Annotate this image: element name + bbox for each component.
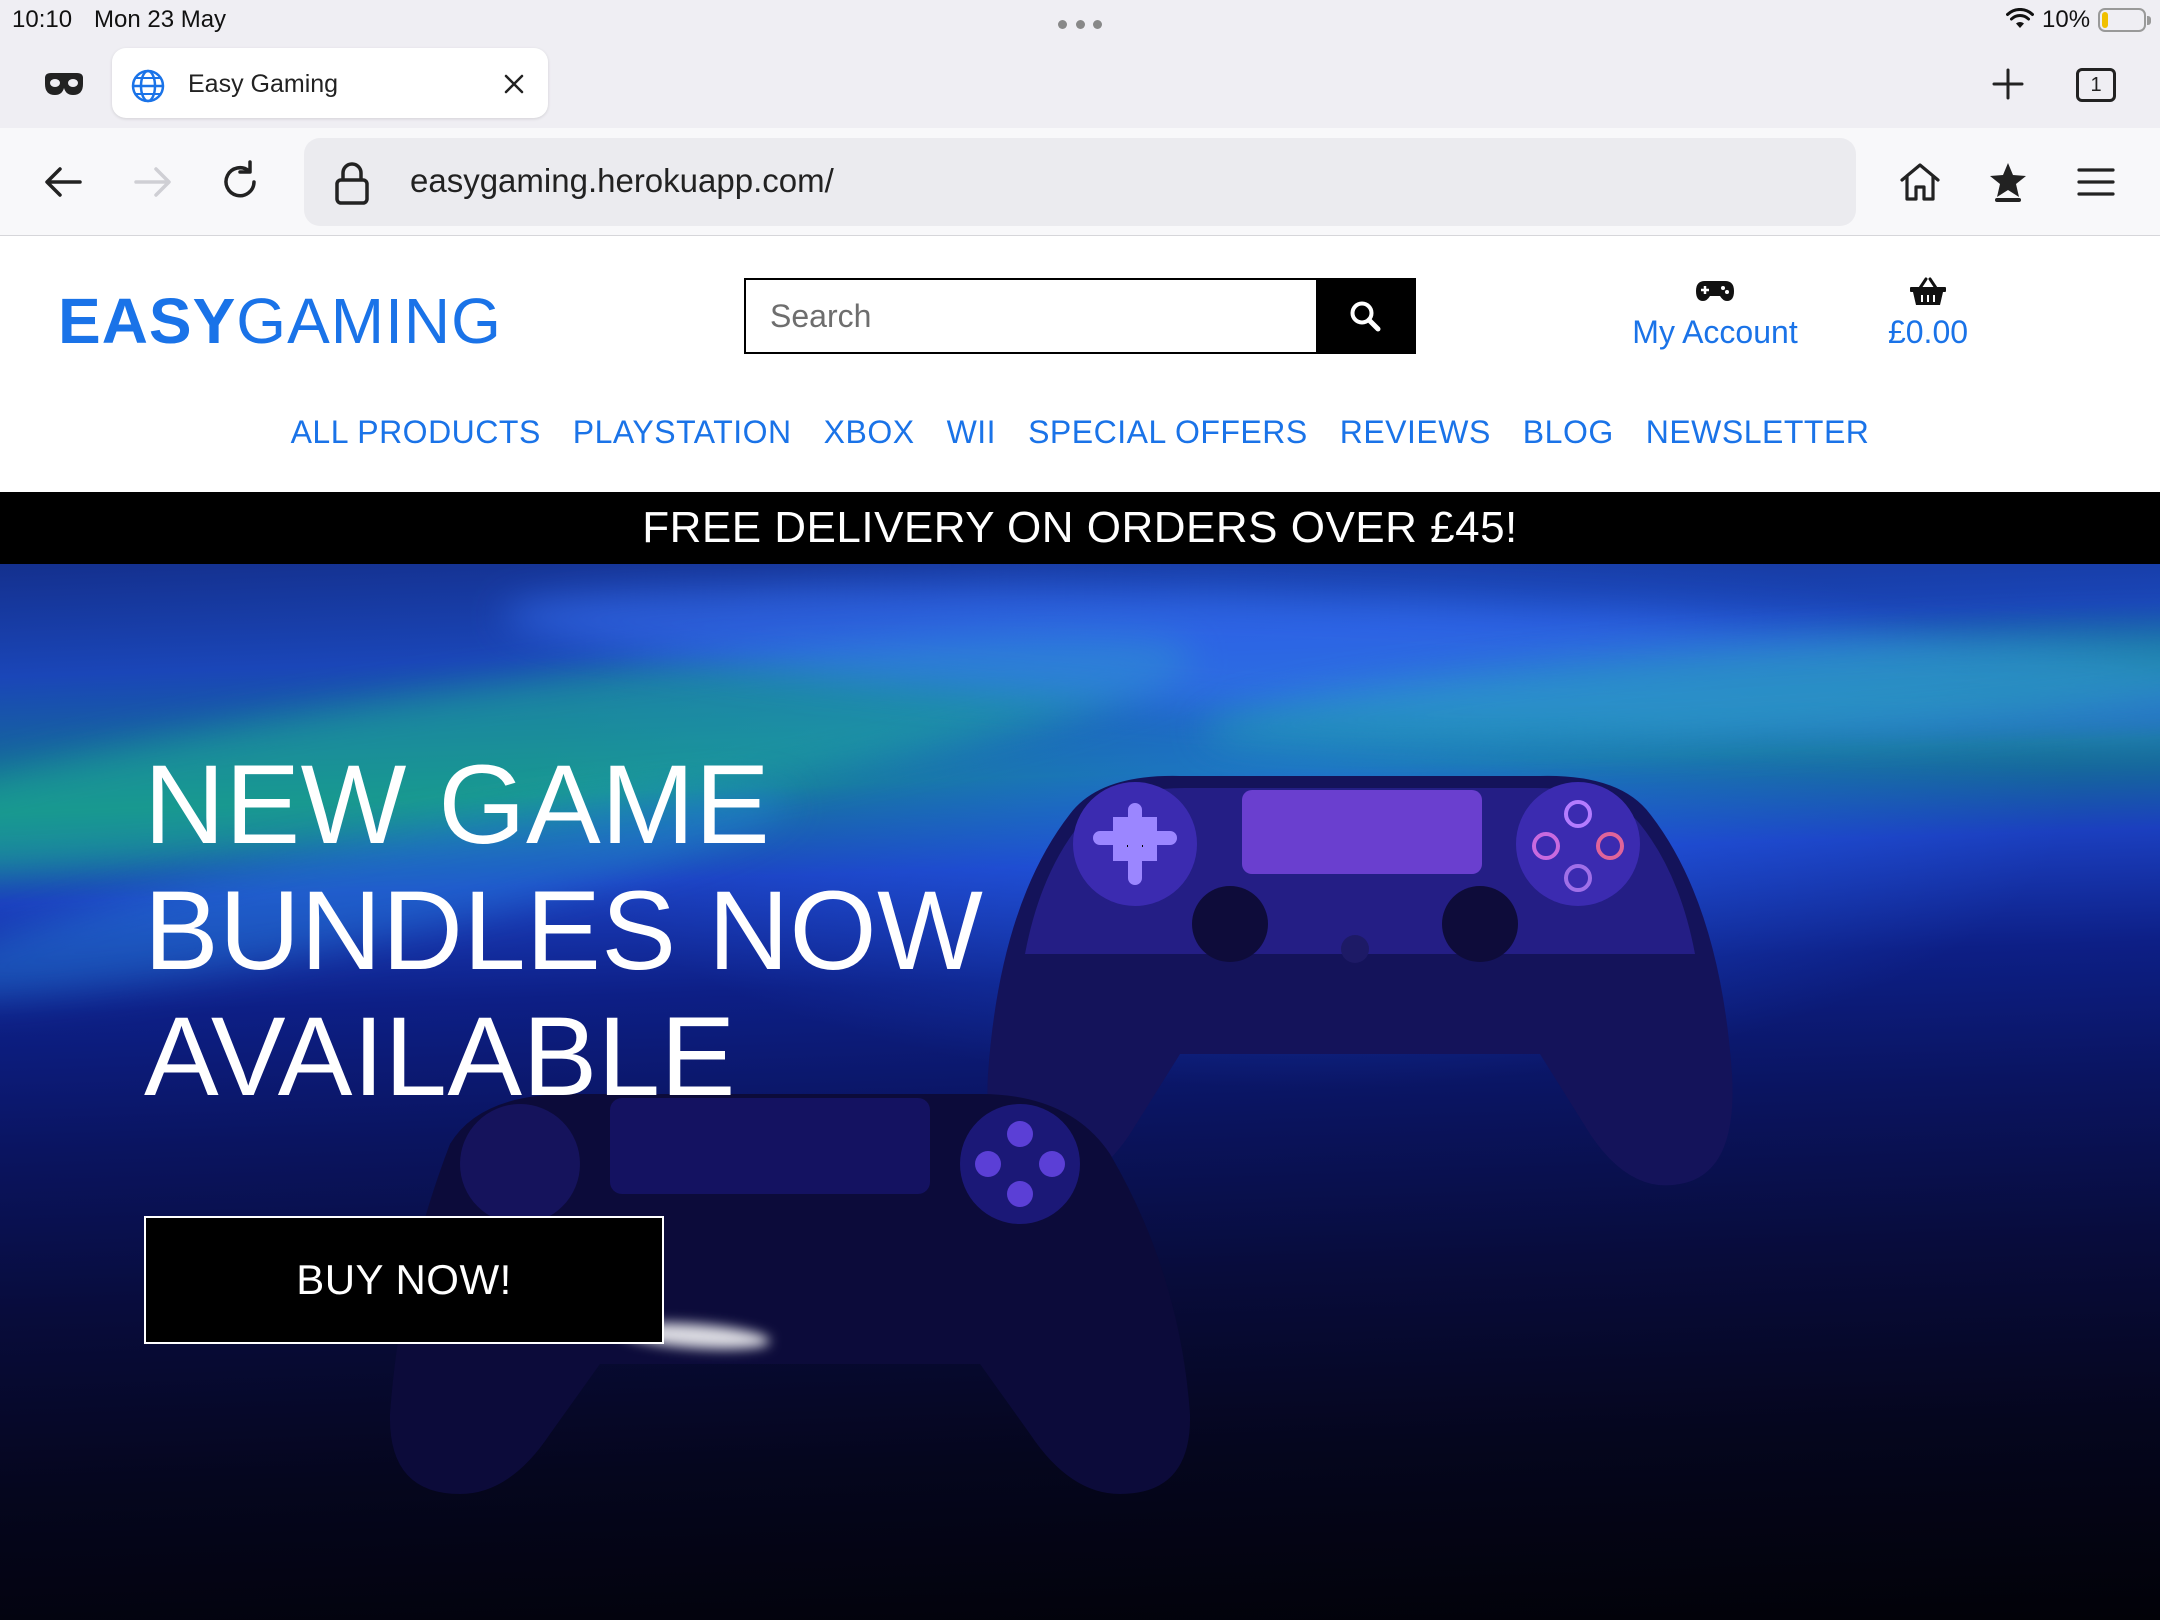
reload-icon[interactable] bbox=[216, 158, 264, 206]
nav-all-products[interactable]: ALL PRODUCTS bbox=[275, 414, 557, 451]
hero-title: NEW GAME BUNDLES NOW AVAILABLE bbox=[144, 742, 1004, 1120]
battery-icon bbox=[2098, 8, 2151, 32]
nav-wii[interactable]: WII bbox=[931, 414, 1012, 451]
bookmark-star-icon[interactable] bbox=[1984, 158, 2032, 206]
site-header: EASYGAMING My Account £0.00 ALL PRODUCTS bbox=[0, 236, 2160, 492]
address-bar[interactable]: easygaming.herokuapp.com/ bbox=[304, 138, 1856, 226]
multitasking-dots[interactable] bbox=[1058, 20, 1102, 30]
search-icon bbox=[1350, 301, 1381, 332]
private-mode-mask-icon[interactable] bbox=[42, 70, 86, 98]
nav-reviews[interactable]: REVIEWS bbox=[1324, 414, 1507, 451]
main-nav: ALL PRODUCTS PLAYSTATION XBOX WII SPECIA… bbox=[0, 414, 2160, 451]
battery-percent: 10% bbox=[2042, 6, 2091, 33]
back-arrow-icon[interactable] bbox=[40, 158, 88, 206]
hero-title-line-2: BUNDLES NOW bbox=[144, 868, 984, 993]
hero-section: NEW GAME BUNDLES NOW AVAILABLE BUY NOW! bbox=[0, 564, 2160, 1620]
basket-total: £0.00 bbox=[1887, 314, 1969, 350]
my-account-link[interactable]: My Account bbox=[1620, 276, 1810, 351]
status-time: 10:10 bbox=[12, 6, 73, 33]
wifi-icon bbox=[2006, 8, 2034, 28]
site-logo[interactable]: EASYGAMING bbox=[58, 284, 502, 358]
lock-icon[interactable] bbox=[332, 160, 372, 206]
menu-icon[interactable] bbox=[2072, 158, 2120, 206]
logo-easy: EASY bbox=[58, 285, 237, 357]
logo-gaming: GAMING bbox=[236, 285, 502, 357]
basket-link[interactable]: £0.00 bbox=[1870, 276, 1986, 351]
nav-xbox[interactable]: XBOX bbox=[808, 414, 931, 451]
search-form bbox=[744, 278, 1416, 354]
tab-count-button[interactable]: 1 bbox=[2076, 68, 2116, 102]
nav-special-offers[interactable]: SPECIAL OFFERS bbox=[1012, 414, 1324, 451]
tab-title: Easy Gaming bbox=[188, 70, 339, 98]
buy-now-button[interactable]: BUY NOW! bbox=[144, 1216, 664, 1344]
browser-tab[interactable]: Easy Gaming bbox=[112, 48, 548, 118]
search-input[interactable] bbox=[746, 280, 1316, 352]
search-button[interactable] bbox=[1316, 280, 1414, 352]
hero-title-line-3: AVAILABLE bbox=[144, 994, 736, 1119]
close-tab-icon[interactable] bbox=[500, 70, 528, 98]
my-account-label: My Account bbox=[1632, 314, 1798, 350]
url-text[interactable]: easygaming.herokuapp.com/ bbox=[410, 162, 834, 200]
nav-playstation[interactable]: PLAYSTATION bbox=[557, 414, 808, 451]
nav-blog[interactable]: BLOG bbox=[1507, 414, 1630, 451]
new-tab-plus-icon[interactable] bbox=[1990, 66, 2026, 102]
status-date: Mon 23 May bbox=[94, 6, 227, 33]
tab-strip: Easy Gaming 1 bbox=[0, 42, 2160, 128]
home-icon[interactable] bbox=[1896, 158, 1944, 206]
gamepad-icon bbox=[1696, 281, 1734, 301]
hero-title-line-1: NEW GAME bbox=[144, 742, 771, 867]
shopping-basket-icon bbox=[1910, 277, 1946, 305]
free-delivery-banner: FREE DELIVERY ON ORDERS OVER £45! bbox=[0, 492, 2160, 564]
forward-arrow-icon[interactable] bbox=[128, 158, 176, 206]
status-bar: 10:10 Mon 23 May 10% bbox=[0, 0, 2160, 42]
browser-toolbar: easygaming.herokuapp.com/ bbox=[0, 128, 2160, 236]
globe-icon bbox=[131, 69, 165, 103]
nav-newsletter[interactable]: NEWSLETTER bbox=[1630, 414, 1886, 451]
